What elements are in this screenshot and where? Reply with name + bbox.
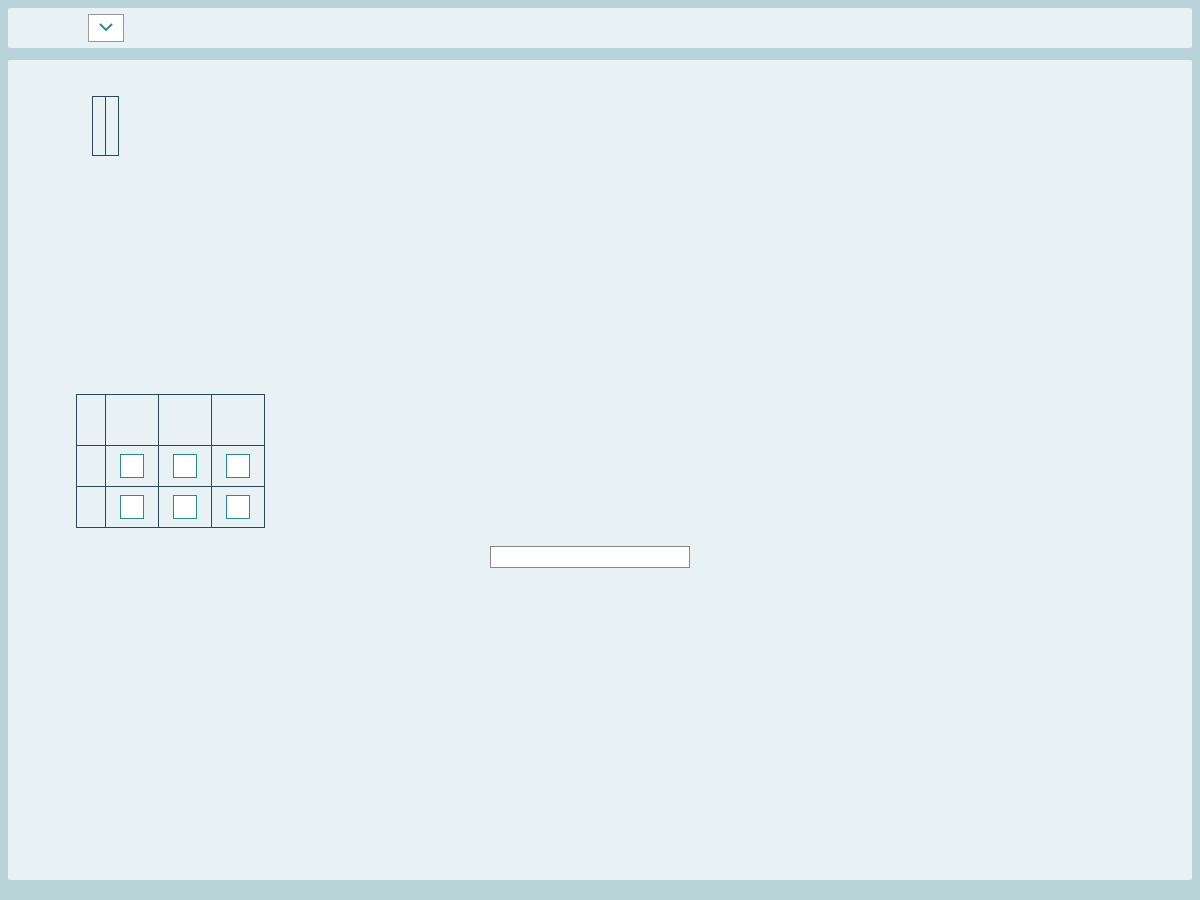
answer-x-1 bbox=[77, 445, 106, 486]
table-header-row bbox=[93, 97, 119, 156]
answer-observed-2-input[interactable] bbox=[120, 495, 144, 519]
data-table bbox=[92, 96, 119, 349]
dropdown-toggle[interactable] bbox=[88, 14, 124, 42]
chevron-down-icon bbox=[99, 22, 113, 32]
answer-row-1 bbox=[77, 445, 265, 486]
answer-row-2 bbox=[77, 486, 265, 527]
chart-canvas bbox=[225, 100, 525, 330]
action-bar bbox=[490, 546, 690, 568]
answer-residual-2-input[interactable] bbox=[226, 495, 250, 519]
answer-x-2 bbox=[77, 486, 106, 527]
answer-predicted-1-input[interactable] bbox=[173, 454, 197, 478]
answer-table bbox=[76, 394, 265, 528]
window-top-bar bbox=[8, 8, 1192, 48]
problem-panel bbox=[8, 60, 1192, 880]
ans-col-observed bbox=[106, 395, 159, 446]
answer-residual-1-input[interactable] bbox=[226, 454, 250, 478]
ans-col-predicted bbox=[159, 395, 212, 446]
ans-col-x bbox=[77, 395, 106, 446]
col-header-y bbox=[106, 97, 119, 156]
help-button[interactable] bbox=[614, 555, 626, 559]
reset-button[interactable] bbox=[584, 555, 596, 559]
y-axis-label bbox=[139, 211, 219, 237]
scatter-plot bbox=[139, 100, 525, 349]
clear-button[interactable] bbox=[554, 555, 566, 559]
answer-header-row bbox=[77, 395, 265, 446]
instruction-text bbox=[32, 361, 1168, 382]
answer-predicted-2-input[interactable] bbox=[173, 495, 197, 519]
col-header-x bbox=[93, 97, 106, 156]
x-axis-label bbox=[225, 336, 525, 349]
answer-observed-1-input[interactable] bbox=[120, 454, 144, 478]
ans-col-residual bbox=[212, 395, 265, 446]
